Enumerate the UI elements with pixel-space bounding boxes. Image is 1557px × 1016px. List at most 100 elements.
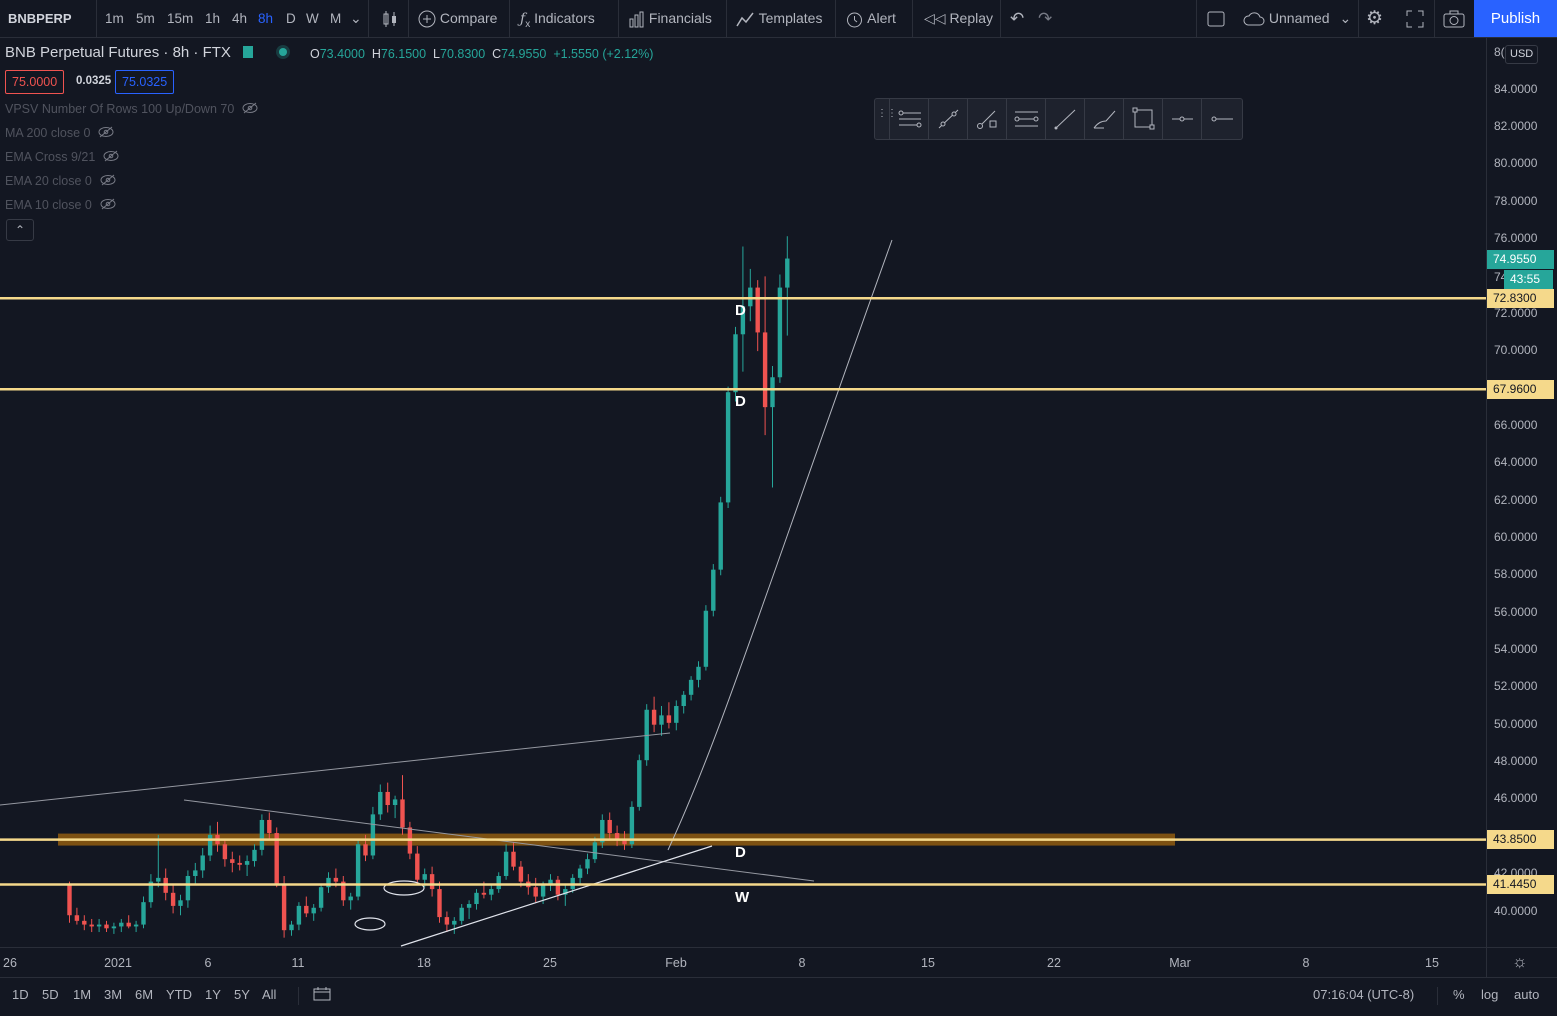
candle-body (592, 842, 598, 860)
candle-body (481, 892, 487, 895)
alert-label: Alert (867, 10, 896, 26)
range-button-1d[interactable]: 1D (12, 987, 29, 1002)
candle-body (170, 892, 176, 906)
indicator-item[interactable]: EMA 20 close 0 (5, 174, 116, 188)
replay-button[interactable]: ◁◁ Replay (924, 0, 993, 37)
log-scale-toggle[interactable]: log (1481, 987, 1498, 1002)
timeframe-1m[interactable]: 1m (105, 0, 124, 37)
currency-button[interactable]: USD (1505, 45, 1539, 64)
price-tick-label: 56.0000 (1494, 604, 1538, 619)
publish-button[interactable]: Publish (1474, 0, 1557, 37)
pitchfork-tool-icon[interactable] (889, 99, 929, 139)
financials-button[interactable]: Financials (628, 0, 712, 37)
path-tool-icon[interactable] (967, 99, 1007, 139)
eye-hidden-icon[interactable] (98, 126, 114, 140)
range-button-5d[interactable]: 5D (42, 987, 59, 1002)
timeframe-8h[interactable]: 8h (258, 0, 273, 37)
candle-body (770, 377, 775, 408)
collapse-indicators-chevron-up-icon[interactable]: ⌃ (6, 219, 34, 241)
undo-icon[interactable]: ↶ (1010, 0, 1024, 37)
time-tick-label: Feb (665, 956, 687, 970)
gear-icon[interactable]: ⚙ (1366, 0, 1383, 37)
range-button-3m[interactable]: 3M (104, 987, 122, 1002)
candle-body (429, 874, 435, 890)
horizontal-line-tool-icon[interactable] (1201, 99, 1241, 139)
candle-body (252, 849, 257, 862)
indicator-item[interactable]: MA 200 close 0 (5, 126, 114, 140)
candle-body (326, 877, 331, 888)
candle-body (400, 799, 405, 828)
range-button-5y[interactable]: 5Y (234, 987, 250, 1002)
price-axis-partial-top: 8( (1494, 45, 1505, 59)
layout-square-icon[interactable] (1207, 0, 1225, 37)
range-button-6m[interactable]: 6M (135, 987, 153, 1002)
templates-button[interactable]: Templates (736, 0, 822, 37)
eye-hidden-icon[interactable] (242, 102, 258, 116)
time-tick-label: 22 (1047, 956, 1061, 970)
time-tick-label: 8 (1302, 956, 1310, 970)
parallel-channel-tool-icon[interactable] (1006, 99, 1046, 139)
chart-type-candles-icon[interactable] (381, 0, 399, 37)
trend-angle-tool-icon[interactable] (928, 99, 968, 139)
clock-timezone[interactable]: 07:16:04 (UTC-8) (1313, 987, 1414, 1002)
divider (509, 0, 510, 37)
price-tick-label: 54.0000 (1494, 641, 1538, 656)
divider (1434, 0, 1435, 37)
range-button-1y[interactable]: 1Y (205, 987, 221, 1002)
timeframe-15m[interactable]: 15m (167, 0, 193, 37)
redo-icon[interactable]: ↷ (1038, 0, 1052, 37)
candle-body (363, 844, 368, 856)
candle-body (333, 877, 339, 882)
price-tick-label: 64.0000 (1494, 455, 1538, 470)
buy-price-button[interactable]: 75.0325 (115, 70, 175, 94)
fullscreen-icon[interactable] (1406, 0, 1424, 37)
time-axis[interactable] (0, 947, 1486, 978)
candle-body (614, 833, 620, 839)
drag-handle-icon[interactable]: ⋮⋮ (877, 109, 897, 127)
compare-button[interactable]: Compare (418, 0, 497, 37)
price-chart[interactable] (0, 38, 1486, 947)
timeframe-dropdown-chevron-icon[interactable]: ⌄ (350, 0, 362, 37)
eye-hidden-icon[interactable] (100, 198, 116, 212)
timeframe-4h[interactable]: 4h (232, 0, 247, 37)
layout-name-button[interactable]: Unnamed ⌄ (1243, 0, 1351, 37)
timeframe-5m[interactable]: 5m (136, 0, 155, 37)
auto-scale-toggle[interactable]: auto (1514, 987, 1539, 1002)
goto-date-icon[interactable] (313, 986, 331, 1005)
percent-scale-toggle[interactable]: % (1453, 987, 1465, 1002)
symbol-search[interactable]: BNBPERP (8, 0, 72, 37)
range-button-ytd[interactable]: YTD (166, 987, 192, 1002)
range-button-all[interactable]: All (262, 987, 276, 1002)
ascending-support-line (400, 845, 713, 947)
eye-hidden-icon[interactable] (100, 174, 116, 188)
candle-body (348, 896, 353, 901)
camera-icon[interactable] (1443, 0, 1465, 37)
rectangle-tool-icon[interactable] (1123, 99, 1163, 139)
eye-hidden-icon[interactable] (103, 150, 119, 164)
candle-body (296, 905, 302, 925)
horizontal-ray-tool-icon[interactable] (1162, 99, 1202, 139)
timeframe-1h[interactable]: 1h (205, 0, 220, 37)
chart-settings-sun-icon[interactable]: ☼ (1512, 952, 1528, 972)
range-button-1m[interactable]: 1M (73, 987, 91, 1002)
brush-tool-icon[interactable] (1084, 99, 1124, 139)
indicator-item[interactable]: EMA 10 close 0 (5, 198, 116, 212)
candle-body (259, 819, 265, 850)
candle-body (104, 924, 109, 929)
price-tick-label: 48.0000 (1494, 754, 1538, 769)
alert-button[interactable]: Alert (845, 0, 896, 37)
low-label: L (433, 47, 440, 61)
candle-body (392, 799, 398, 806)
price-tick-label: 66.0000 (1494, 417, 1538, 432)
close-value: 74.9550 (501, 47, 547, 61)
timeframe-D[interactable]: D (286, 0, 296, 37)
candle-body (437, 889, 442, 918)
indicator-item[interactable]: EMA Cross 9/21 (5, 150, 119, 164)
indicators-button[interactable]: ƒx Indicators (520, 0, 595, 37)
timeframe-M[interactable]: M (330, 0, 341, 37)
indicator-item[interactable]: VPSV Number Of Rows 100 Up/Down 70 (5, 102, 258, 116)
candle-body (577, 868, 583, 878)
sell-price-button[interactable]: 75.0000 (5, 70, 65, 94)
timeframe-W[interactable]: W (306, 0, 319, 37)
trend-line-tool-icon[interactable] (1045, 99, 1085, 139)
